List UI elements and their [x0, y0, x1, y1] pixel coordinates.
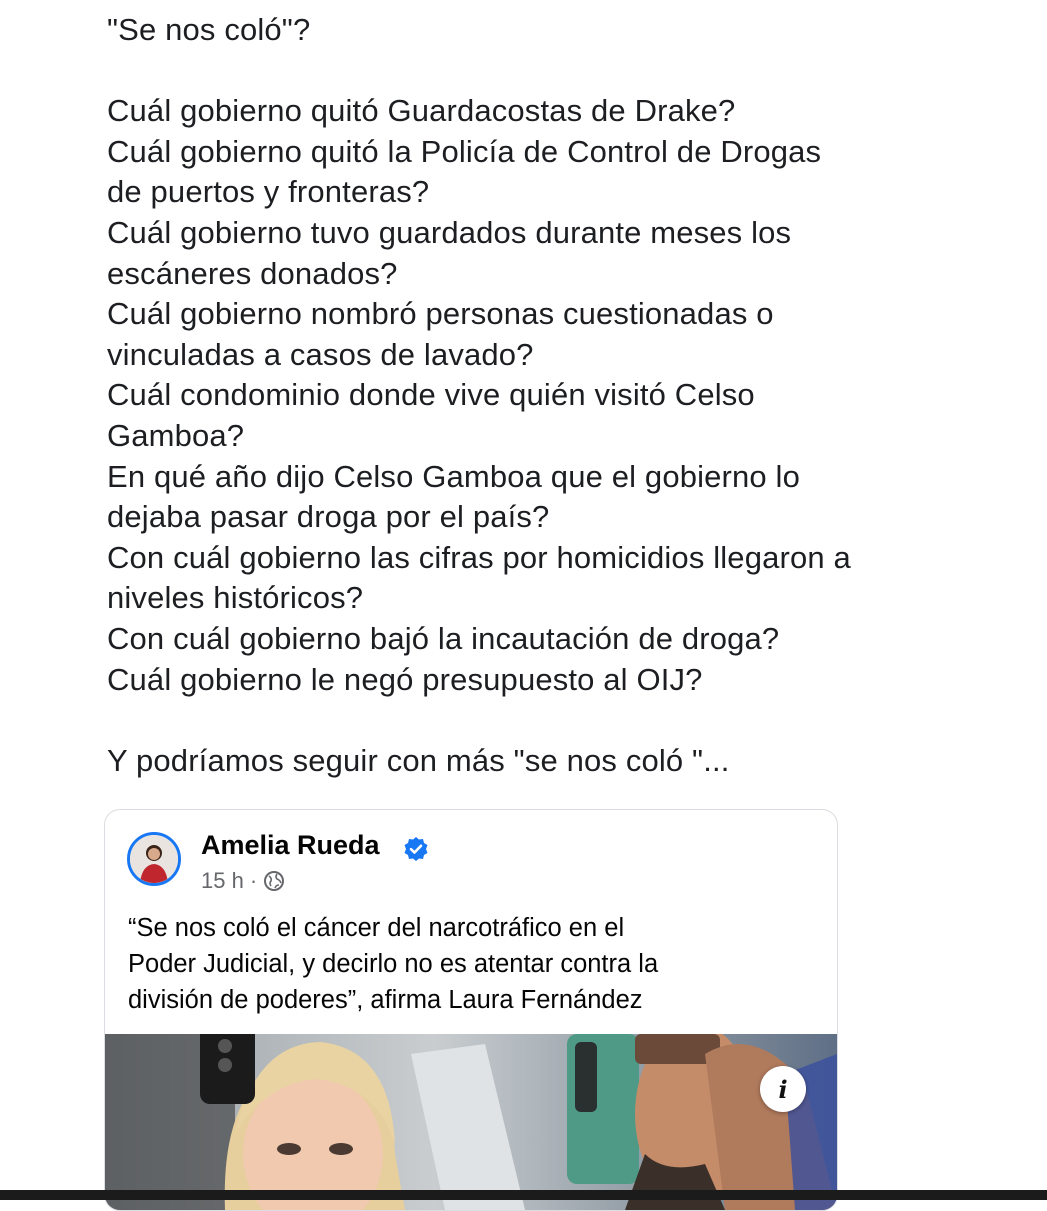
headline-line: división de poderes”, afirma Laura Ferná… — [128, 986, 643, 1014]
post-line: Con cuál gobierno bajó la incautación de… — [107, 620, 780, 656]
post-line: escáneres donados? — [107, 255, 398, 291]
author-name[interactable]: Amelia Rueda — [201, 830, 380, 861]
info-button[interactable]: i — [760, 1066, 806, 1112]
post-line: Cuál gobierno le negó presupuesto al OIJ… — [107, 661, 703, 697]
post-line: Cuál gobierno quitó Guardacostas de Drak… — [107, 93, 736, 129]
post-line: Cuál gobierno quitó la Policía de Contro… — [107, 133, 822, 169]
post-line: Con cuál gobierno las cifras por homicid… — [107, 539, 851, 575]
meta-separator: · — [249, 868, 258, 893]
post-blank-line — [107, 700, 1017, 741]
post-line: En qué año dijo Celso Gamboa que el gobi… — [107, 458, 800, 494]
bottom-bar — [0, 1190, 1047, 1200]
post-meta: 15 h · — [201, 868, 285, 894]
verified-badge-icon — [404, 837, 428, 861]
info-icon: i — [778, 1074, 788, 1104]
globe-icon — [264, 871, 285, 891]
post-line: niveles históricos? — [107, 580, 364, 616]
headline-line: Poder Judicial, y decirlo no es atentar … — [128, 950, 659, 978]
post-line: de puertos y fronteras? — [107, 174, 430, 210]
shared-post-photo[interactable] — [105, 1034, 837, 1210]
post-text: "Se nos coló"? Cuál gobierno quitó Guard… — [107, 10, 1017, 781]
post-blank-line — [107, 51, 1017, 92]
post-line: Cuál gobierno nombró personas cuestionad… — [107, 296, 774, 332]
post-line: vinculadas a casos de lavado? — [107, 336, 534, 372]
post-line: dejaba pasar droga por el país? — [107, 499, 550, 535]
post-line: Cuál condominio donde vive quién visitó … — [107, 377, 755, 413]
avatar-image — [130, 835, 178, 883]
post-line: Y podríamos seguir con más "se nos coló … — [107, 742, 730, 778]
post-line: "Se nos coló"? — [107, 12, 311, 47]
author-avatar[interactable] — [127, 832, 181, 886]
post-time[interactable]: 15 h — [201, 868, 244, 894]
post-line: Gamboa? — [107, 417, 245, 453]
post-line: Cuál gobierno tuvo guardados durante mes… — [107, 214, 792, 250]
headline-line: “Se nos coló el cáncer del narcotráfico … — [128, 914, 625, 942]
shared-post-headline[interactable]: “Se nos coló el cáncer del narcotráfico … — [128, 910, 818, 1018]
photo-illustration — [105, 1034, 837, 1210]
shared-post-card[interactable]: Amelia Rueda 15 h · “Se nos coló el cánc… — [104, 809, 838, 1211]
